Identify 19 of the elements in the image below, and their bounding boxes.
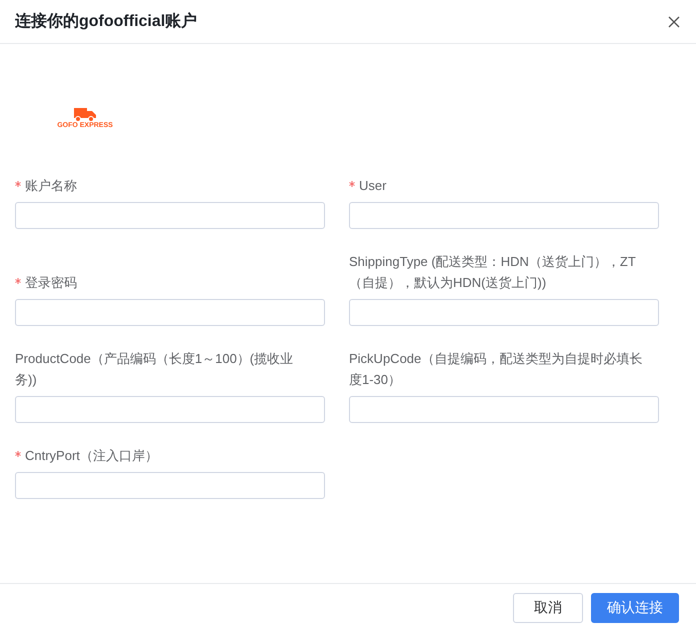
input-field[interactable] [349, 299, 659, 326]
field-label: ProductCode（产品编码（长度1～100）(揽收业务)) [15, 351, 294, 387]
close-icon[interactable] [668, 16, 680, 28]
input-field[interactable] [15, 396, 325, 423]
confirm-button[interactable]: 确认连接 [591, 592, 679, 622]
field-label: User [359, 178, 386, 193]
field-label: PickUpCode（自提编码，配送类型为自提时必填长度1-30） [349, 351, 642, 387]
cancel-button[interactable]: 取消 [513, 592, 583, 622]
dialog-title: 连接你的gofoofficial账户 [15, 11, 198, 32]
input-field[interactable] [15, 472, 325, 499]
field-label: CntryPort（注入口岸） [25, 448, 158, 463]
field-label: 登录密码 [25, 275, 77, 290]
input-field[interactable] [15, 299, 325, 326]
input-field[interactable] [349, 202, 659, 229]
truck-icon [74, 108, 96, 122]
input-field[interactable] [15, 202, 325, 229]
input-field[interactable] [349, 396, 659, 423]
field-label: ShippingType (配送类型：HDN（送货上门），ZT（自提），默认为HDN(送货上门)) [349, 254, 636, 290]
field-label: 账户名称 [25, 178, 77, 193]
